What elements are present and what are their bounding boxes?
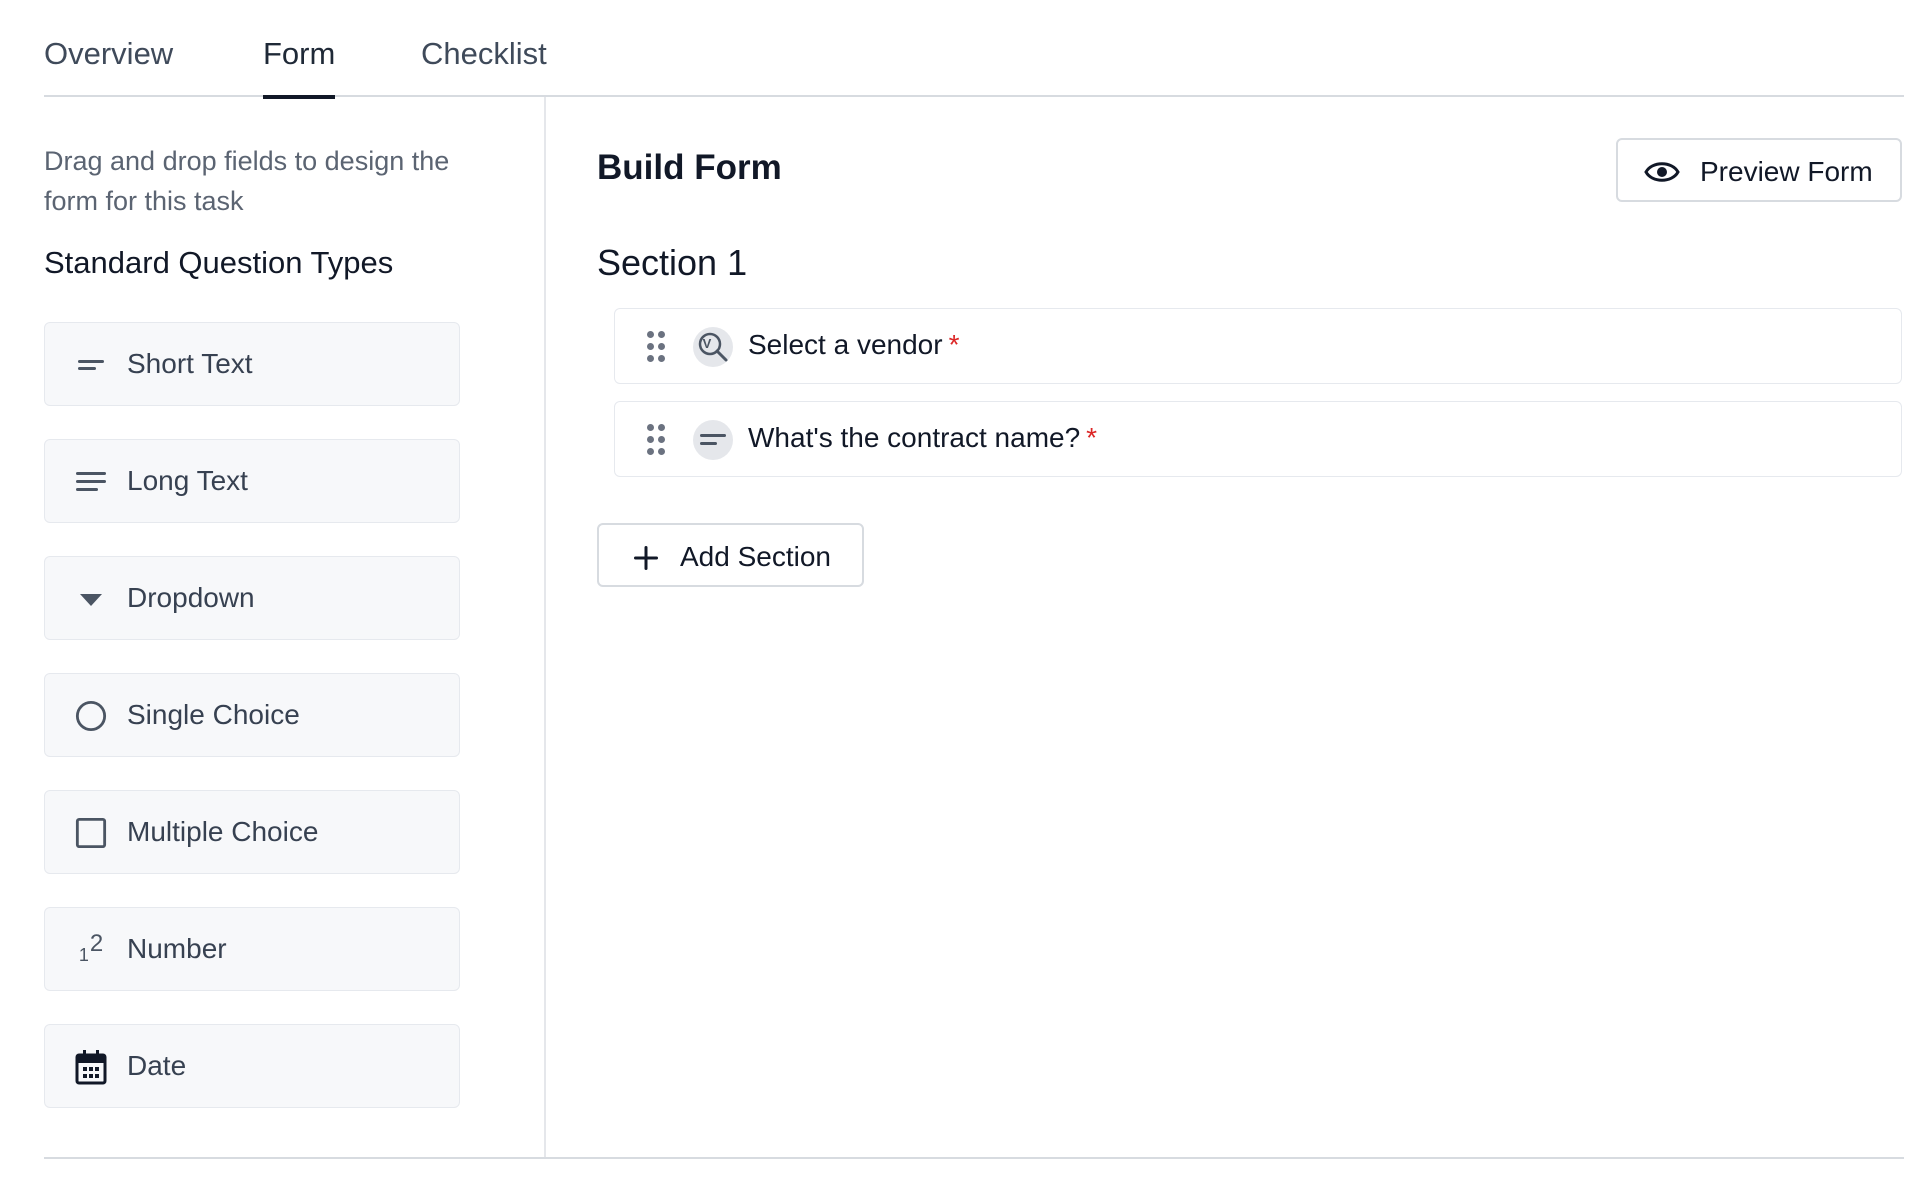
sidebar-heading: Standard Question Types [44,245,394,280]
question-type-label: Long Text [127,465,248,496]
number-icon: 12 [75,930,107,966]
question-type-number[interactable]: 12 Number [44,907,460,991]
dropdown-caret-icon [75,583,107,615]
question-type-label: Date [127,1050,187,1081]
field-label: What's the contract name? [748,422,1081,453]
question-type-date[interactable]: Date [44,1024,460,1108]
number-icon-digit-two: 2 [89,930,104,957]
add-section-button[interactable]: Add Section [597,523,864,587]
page-title: Build Form [597,148,782,187]
question-type-label: Number [127,933,227,964]
question-type-short-text[interactable]: Short Text [44,322,460,406]
tab-overview[interactable]: Overview [44,36,173,97]
question-type-label: Short Text [127,348,253,379]
question-type-dropdown[interactable]: Dropdown [44,556,460,640]
sidebar-hint: Drag and drop fields to design the form … [44,146,450,216]
question-type-label: Single Choice [127,699,300,730]
drag-handle-icon[interactable] [647,424,667,456]
calendar-icon [75,1050,107,1085]
eye-icon [1644,157,1680,192]
question-types-sidebar: Drag and drop fields to design the form … [44,97,546,1159]
checkbox-icon [75,817,107,849]
form-field[interactable]: V Select a vendor * [614,308,1902,384]
required-marker: * [1086,422,1098,453]
vendor-icon-letter: V [702,336,712,351]
long-text-icon [75,466,107,498]
question-type-label: Dropdown [127,582,255,613]
required-marker: * [948,329,960,360]
vendor-search-icon: V [693,327,733,367]
tab-bar: Overview Form Checklist [44,0,1904,99]
bottom-divider [44,1157,1904,1159]
field-label: Select a vendor [748,329,943,360]
question-type-label: Multiple Choice [127,816,319,847]
form-field[interactable]: What's the contract name? * [614,401,1902,477]
preview-form-label: Preview Form [1700,156,1873,187]
number-icon-digit-one: 1 [78,945,89,965]
short-text-icon [693,420,733,460]
preview-form-button[interactable]: Preview Form [1616,138,1902,202]
plus-icon [632,544,660,577]
tab-form[interactable]: Form [263,36,336,99]
section-title: Section 1 [597,242,748,283]
short-text-icon [75,349,107,381]
question-type-multiple-choice[interactable]: Multiple Choice [44,790,460,874]
radio-icon [75,700,107,732]
question-type-long-text[interactable]: Long Text [44,439,460,523]
add-section-label: Add Section [680,541,831,572]
drag-handle-icon[interactable] [647,331,667,363]
tab-checklist[interactable]: Checklist [421,36,547,97]
question-type-single-choice[interactable]: Single Choice [44,673,460,757]
